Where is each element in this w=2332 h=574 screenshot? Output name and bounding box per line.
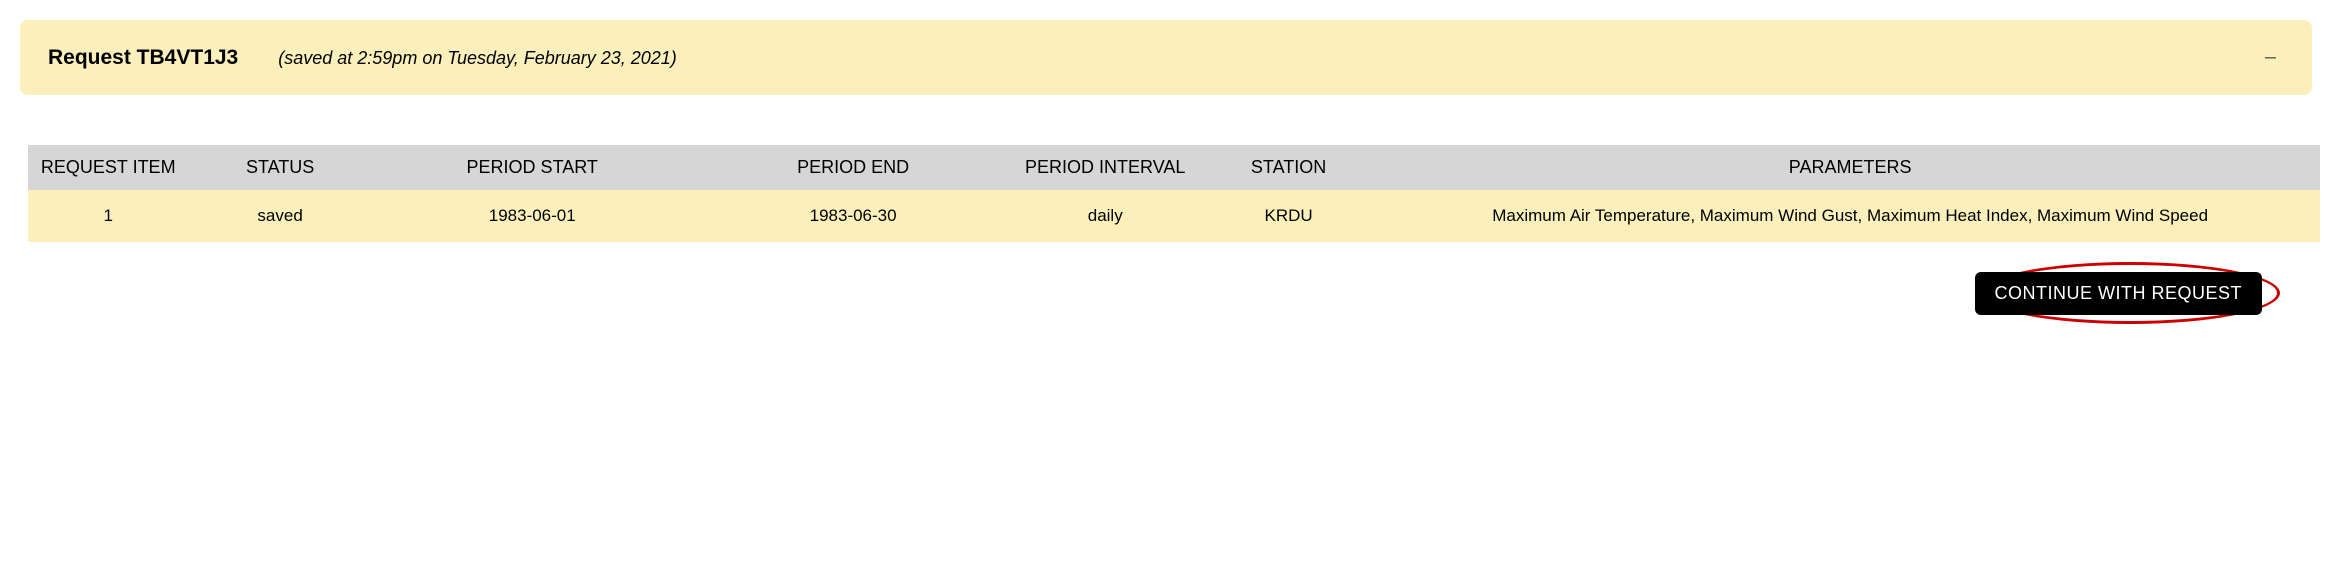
request-header-left: Request TB4VT1J3 (saved at 2:59pm on Tue… [48, 46, 677, 70]
request-table: REQUEST ITEM STATUS PERIOD START PERIOD … [28, 145, 2320, 242]
continue-with-request-button[interactable]: CONTINUE WITH REQUEST [1975, 272, 2263, 315]
cell-status: saved [188, 190, 371, 242]
request-title: Request TB4VT1J3 [48, 46, 238, 70]
col-header-status: STATUS [188, 145, 371, 190]
cell-period-interval: daily [1014, 190, 1197, 242]
col-header-item: REQUEST ITEM [28, 145, 188, 190]
col-header-period-end: PERIOD END [693, 145, 1014, 190]
col-header-period-interval: PERIOD INTERVAL [1014, 145, 1197, 190]
col-header-station: STATION [1197, 145, 1380, 190]
cell-period-end: 1983-06-30 [693, 190, 1014, 242]
col-header-period-start: PERIOD START [372, 145, 693, 190]
button-row: CONTINUE WITH REQUEST [20, 272, 2312, 315]
table-header-row: REQUEST ITEM STATUS PERIOD START PERIOD … [28, 145, 2320, 190]
cell-period-start: 1983-06-01 [372, 190, 693, 242]
table-row: 1 saved 1983-06-01 1983-06-30 daily KRDU… [28, 190, 2320, 242]
cell-station: KRDU [1197, 190, 1380, 242]
cell-parameters: Maximum Air Temperature, Maximum Wind Gu… [1380, 190, 2320, 242]
request-saved-text: (saved at 2:59pm on Tuesday, February 23… [278, 48, 677, 69]
request-header: Request TB4VT1J3 (saved at 2:59pm on Tue… [20, 20, 2312, 95]
col-header-parameters: PARAMETERS [1380, 145, 2320, 190]
cell-item: 1 [28, 190, 188, 242]
collapse-icon[interactable]: – [2257, 42, 2284, 73]
